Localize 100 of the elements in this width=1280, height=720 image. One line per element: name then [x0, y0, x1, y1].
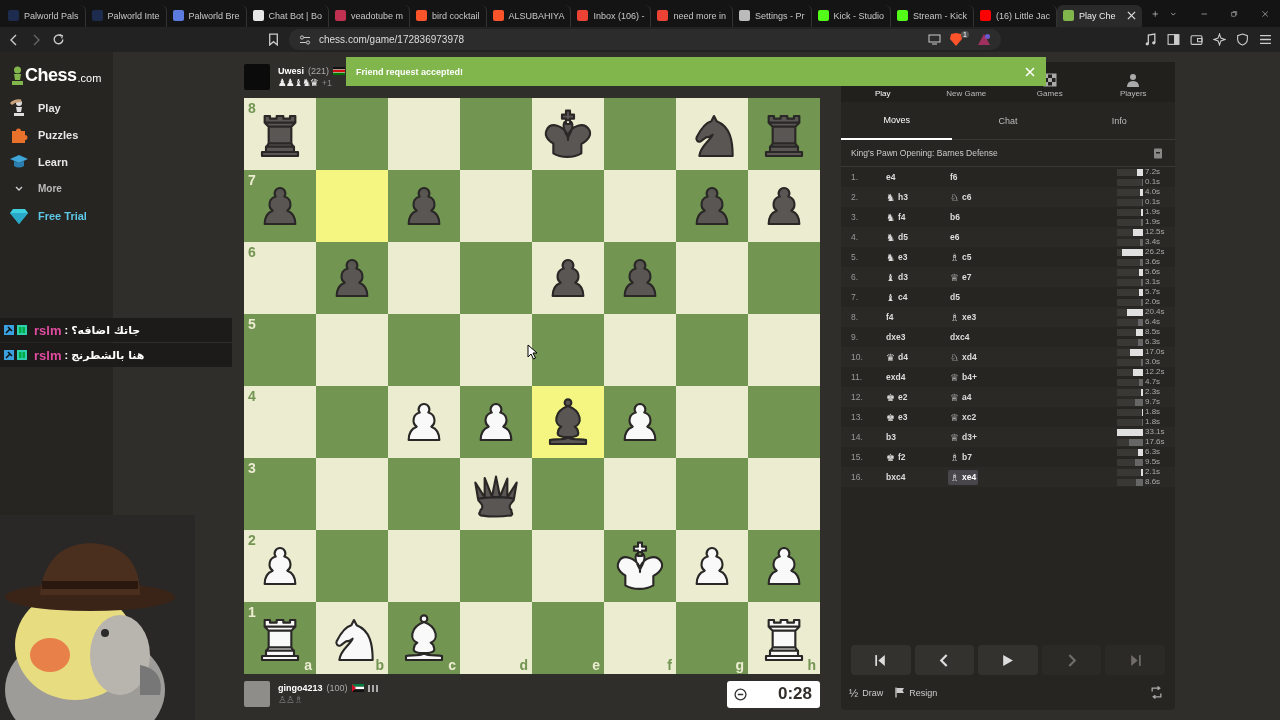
wallet-icon[interactable] — [1190, 33, 1203, 46]
move[interactable]: ♕ e7 — [948, 269, 974, 285]
move-number: 9. — [851, 332, 860, 342]
move[interactable]: ♗ b7 — [948, 449, 974, 465]
move[interactable]: exd4 — [884, 370, 908, 384]
bookmark-icon[interactable] — [268, 33, 279, 46]
triangle-icon[interactable] — [977, 33, 991, 46]
book-icon[interactable] — [1153, 147, 1163, 159]
move[interactable]: ♚ e3 — [884, 409, 910, 425]
move[interactable]: ♗ c5 — [948, 249, 974, 265]
piece-icon: ♞ — [886, 231, 895, 243]
board-square[interactable] — [748, 170, 820, 242]
move[interactable]: ♝ d3 — [884, 269, 910, 285]
move[interactable]: ♘ xd4 — [948, 349, 979, 365]
move-number: 7. — [851, 292, 860, 302]
shield-icon[interactable] — [949, 32, 964, 47]
board-square[interactable] — [532, 386, 604, 458]
opening-name: King's Pawn Opening: Barnes Defense — [851, 148, 998, 158]
browser-tab[interactable]: Chat Bot | Bo — [246, 4, 329, 27]
board-square[interactable] — [748, 530, 820, 602]
move[interactable]: dxe3 — [884, 330, 908, 344]
shield-icon[interactable] — [1236, 33, 1249, 46]
browser-tab[interactable]: bird cocktail — [410, 4, 487, 27]
browser-tab[interactable]: Palworld Inte — [85, 4, 167, 27]
move[interactable]: ♞ f4 — [884, 209, 908, 225]
move[interactable]: e6 — [948, 230, 962, 244]
move[interactable]: e4 — [884, 170, 898, 184]
move-number: 4. — [851, 232, 860, 242]
sidebar-icon[interactable] — [1167, 33, 1180, 46]
move[interactable]: d5 — [948, 290, 962, 304]
flip-board-icon[interactable] — [1150, 686, 1163, 699]
panel-tab[interactable]: Moves — [841, 102, 953, 140]
move[interactable]: ♕ xc2 — [948, 409, 979, 425]
browser-tab[interactable]: Stream - Kick — [891, 4, 975, 27]
browser-tab[interactable]: need more in — [651, 4, 733, 27]
board-square[interactable] — [676, 530, 748, 602]
nav-item[interactable]: Learn — [0, 148, 113, 175]
player-name[interactable]: gingo4213 — [278, 683, 323, 693]
draw-button[interactable]: ½ Draw — [849, 686, 884, 699]
cast-icon[interactable] — [928, 34, 942, 45]
piece-icon: ♞ — [886, 251, 895, 263]
sparkle-icon[interactable] — [1213, 33, 1226, 46]
panel-tab[interactable]: Info — [1063, 102, 1175, 140]
browser-tab[interactable]: Kick - Studio — [811, 4, 892, 27]
browser-tab[interactable]: Palworld Bre — [166, 4, 247, 27]
reload-icon[interactable] — [52, 33, 65, 46]
move-number: 13. — [851, 412, 864, 422]
play-button[interactable] — [978, 645, 1038, 675]
move[interactable]: ♞ e3 — [884, 249, 910, 265]
move[interactable]: ♞ h3 — [884, 189, 910, 205]
move[interactable]: ♕ a4 — [948, 389, 974, 405]
resign-button[interactable]: Resign — [895, 687, 938, 698]
diamond-icon — [9, 206, 29, 225]
board-square[interactable] — [460, 386, 532, 458]
move[interactable]: ♝ c4 — [884, 289, 910, 305]
nav-item[interactable]: Play — [0, 94, 113, 121]
board-square[interactable] — [604, 530, 676, 602]
move[interactable]: b3 — [884, 430, 898, 444]
move[interactable]: ♕ d3+ — [948, 429, 979, 445]
hammer-icon — [4, 325, 14, 335]
chess-logo[interactable]: Chess.com — [0, 65, 113, 86]
nav-item[interactable]: More — [0, 175, 113, 202]
piece-icon: ♞ — [886, 191, 895, 203]
nav-item[interactable]: Puzzles — [0, 121, 113, 148]
board-square[interactable] — [532, 242, 604, 314]
close-icon[interactable] — [1126, 11, 1136, 20]
first-button[interactable] — [851, 645, 911, 675]
browser-tab[interactable]: Settings - Pr — [733, 4, 812, 27]
move[interactable]: ♛ d4 — [884, 349, 910, 365]
move[interactable]: f6 — [948, 170, 960, 184]
board-square[interactable] — [388, 386, 460, 458]
badge-icon — [17, 325, 27, 335]
panel-tab[interactable]: Chat — [952, 102, 1064, 140]
browser-tab[interactable]: Inbox (106) - — [571, 4, 652, 27]
move[interactable]: dxc4 — [948, 330, 972, 344]
move[interactable]: ♚ f2 — [884, 449, 908, 465]
move[interactable]: bxc4 — [884, 470, 908, 484]
move[interactable]: ♗ xe4 — [948, 469, 979, 485]
site-settings-icon[interactable] — [299, 33, 311, 46]
move[interactable]: f4 — [884, 310, 896, 324]
board-square[interactable] — [532, 98, 604, 170]
move[interactable]: ♚ e2 — [884, 389, 910, 405]
board-square[interactable] — [676, 98, 748, 170]
chat-username: rslm — [34, 347, 62, 363]
move[interactable]: ♗ xe3 — [948, 309, 979, 325]
music-icon[interactable] — [1144, 33, 1157, 46]
nav-item[interactable]: Free Trial — [0, 202, 113, 229]
player-name[interactable]: Uwesi — [278, 66, 304, 76]
board-square[interactable] — [604, 386, 676, 458]
menu-icon[interactable] — [1259, 33, 1272, 46]
browser-tab[interactable]: veadotube m — [328, 4, 410, 27]
browser-tab[interactable]: ALSUBAHIYA — [486, 4, 572, 27]
move[interactable]: ♞ d5 — [884, 229, 910, 245]
browser-tab[interactable]: Palworld Pals — [2, 4, 86, 27]
move[interactable]: b6 — [948, 210, 962, 224]
move[interactable]: ♕ b4+ — [948, 369, 979, 385]
panel-tab[interactable]: Players — [1091, 62, 1175, 102]
browser-tab[interactable]: Play Che — [1057, 4, 1142, 27]
move[interactable]: ♘ c6 — [948, 189, 974, 205]
board-square[interactable] — [460, 458, 532, 530]
